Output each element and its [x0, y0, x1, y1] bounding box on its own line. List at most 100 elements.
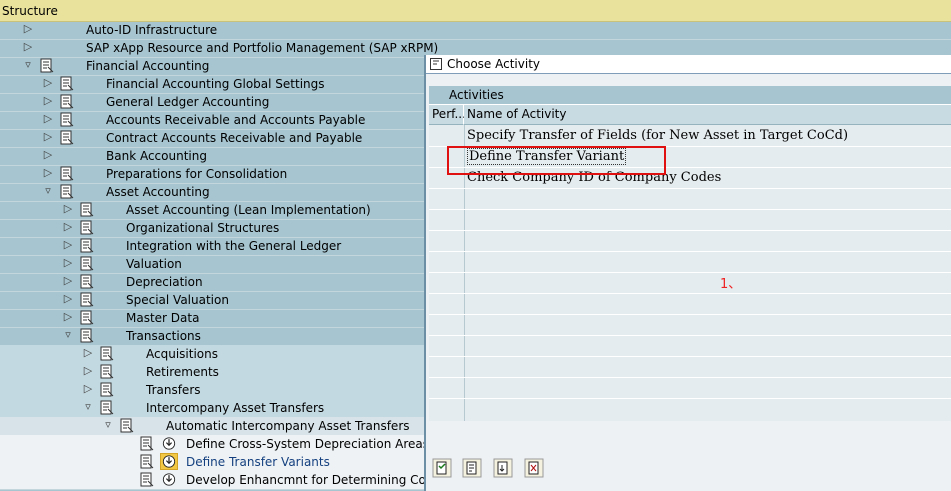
expand-icon[interactable]: ▷: [82, 382, 94, 396]
tree-node-label: Transactions: [126, 329, 201, 343]
expand-icon[interactable]: ▷: [62, 310, 74, 324]
expand-icon[interactable]: ▷: [22, 40, 34, 54]
expand-icon[interactable]: ▷: [62, 220, 74, 234]
document-icon: [60, 76, 74, 91]
deselect-icon[interactable]: [493, 458, 513, 478]
tree-node-auto-id[interactable]: ▷ Auto-ID Infrastructure: [0, 21, 951, 40]
collapse-icon[interactable]: ▿: [42, 184, 54, 198]
expand-icon[interactable]: ▷: [42, 112, 54, 126]
tree-node-label: Organizational Structures: [126, 221, 280, 235]
execute-icon[interactable]: [162, 472, 176, 487]
activity-label: Specify Transfer of Fields (for New Asse…: [467, 128, 849, 143]
document-icon: [80, 256, 94, 271]
column-header-name[interactable]: Name of Activity: [464, 105, 951, 125]
tree-node-label: Financial Accounting: [86, 59, 210, 73]
choose-icon[interactable]: [432, 458, 452, 478]
column-header-perform-label: Perf...: [432, 107, 466, 121]
expand-icon[interactable]: ▷: [62, 238, 74, 252]
document-icon[interactable]: [140, 454, 154, 469]
grid-line: [429, 230, 951, 231]
expand-icon[interactable]: ▷: [42, 148, 54, 162]
tree-node-label: Acquisitions: [146, 347, 218, 361]
select-all-icon[interactable]: [462, 458, 482, 478]
tree-node-label: General Ledger Accounting: [106, 95, 270, 109]
expand-icon[interactable]: ▷: [82, 346, 94, 360]
activities-title-label: Activities: [449, 88, 504, 102]
tree-node-label: Financial Accounting Global Settings: [106, 77, 325, 91]
expand-icon[interactable]: ▷: [42, 130, 54, 144]
document-icon: [60, 166, 74, 181]
tree-node-label: Integration with the General Ledger: [126, 239, 342, 253]
document-icon: [100, 382, 114, 397]
expand-icon[interactable]: ▷: [42, 76, 54, 90]
collapse-icon[interactable]: ▿: [22, 58, 34, 72]
tree-node-label: Intercompany Asset Transfers: [146, 401, 325, 415]
expand-icon[interactable]: ▷: [22, 22, 34, 36]
tree-node-label: Auto-ID Infrastructure: [86, 23, 218, 37]
dialog-title: Choose Activity: [447, 57, 540, 71]
cancel-icon[interactable]: [524, 458, 544, 478]
tree-node-label: Special Valuation: [126, 293, 229, 307]
highlight-box: [447, 146, 666, 175]
tree-node-label: Transfers: [146, 383, 201, 397]
document-icon: [80, 238, 94, 253]
activity-row[interactable]: Specify Transfer of Fields (for New Asse…: [467, 128, 848, 143]
grid-line: [429, 377, 951, 378]
tree-node-label: Accounts Receivable and Accounts Payable: [106, 113, 366, 127]
column-header-perform[interactable]: Perf...: [429, 105, 466, 125]
document-icon[interactable]: [140, 436, 154, 451]
grid-line: [429, 188, 951, 189]
grid-line: [429, 356, 951, 357]
expand-icon[interactable]: ▷: [62, 202, 74, 216]
tree-node-label: Contract Accounts Receivable and Payable: [106, 131, 363, 145]
document-icon: [80, 274, 94, 289]
document-icon: [100, 364, 114, 379]
tree-node-label: Preparations for Consolidation: [106, 167, 288, 181]
document-icon: [40, 58, 54, 73]
expand-icon[interactable]: ▷: [42, 166, 54, 180]
tree-node-label: Bank Accounting: [106, 149, 207, 163]
document-icon: [60, 112, 74, 127]
tree-node-label: Depreciation: [126, 275, 203, 289]
document-icon: [100, 346, 114, 361]
execute-icon[interactable]: [162, 436, 176, 451]
document-icon: [80, 202, 94, 217]
document-icon: [60, 130, 74, 145]
tree-node-label: Automatic Intercompany Asset Transfers: [166, 419, 410, 433]
document-icon: [60, 94, 74, 109]
choose-activity-dialog: Choose Activity Activities Perf... Name …: [424, 55, 951, 491]
tree-node-label: SAP xApp Resource and Portfolio Manageme…: [86, 41, 439, 55]
expand-icon[interactable]: ▷: [62, 256, 74, 270]
expand-icon[interactable]: ▷: [62, 274, 74, 288]
tree-node-label: Develop Enhancmnt for Determining Compa: [186, 473, 453, 487]
tree-node-label: Master Data: [126, 311, 200, 325]
document-icon: [60, 184, 74, 199]
grid-line: [429, 251, 951, 252]
document-icon: [80, 220, 94, 235]
tree-node-label: Define Transfer Variants: [186, 455, 330, 469]
grid-line: [429, 272, 951, 273]
document-icon: [100, 400, 114, 415]
tree-node-label: Asset Accounting: [106, 185, 210, 199]
document-icon: [80, 310, 94, 325]
grid-line: [429, 398, 951, 399]
tree-node-label: Asset Accounting (Lean Implementation): [126, 203, 371, 217]
annotation-note: 1、: [720, 277, 742, 292]
grid-line: [429, 314, 951, 315]
collapse-icon[interactable]: ▿: [82, 400, 94, 414]
execute-icon[interactable]: [162, 454, 176, 469]
tree-node-label: Valuation: [126, 257, 182, 271]
expand-icon[interactable]: ▷: [42, 94, 54, 108]
tree-node-label: Retirements: [146, 365, 219, 379]
grid-line: [429, 209, 951, 210]
document-icon: [80, 328, 94, 343]
structure-header: Structure: [0, 0, 951, 22]
expand-icon[interactable]: ▷: [62, 292, 74, 306]
collapse-icon[interactable]: ▿: [62, 328, 74, 342]
grid-line: [429, 335, 951, 336]
column-header-name-label: Name of Activity: [467, 107, 567, 121]
activities-table-title: Activities: [429, 86, 951, 105]
document-icon[interactable]: [140, 472, 154, 487]
expand-icon[interactable]: ▷: [82, 364, 94, 378]
collapse-icon[interactable]: ▿: [102, 418, 114, 432]
